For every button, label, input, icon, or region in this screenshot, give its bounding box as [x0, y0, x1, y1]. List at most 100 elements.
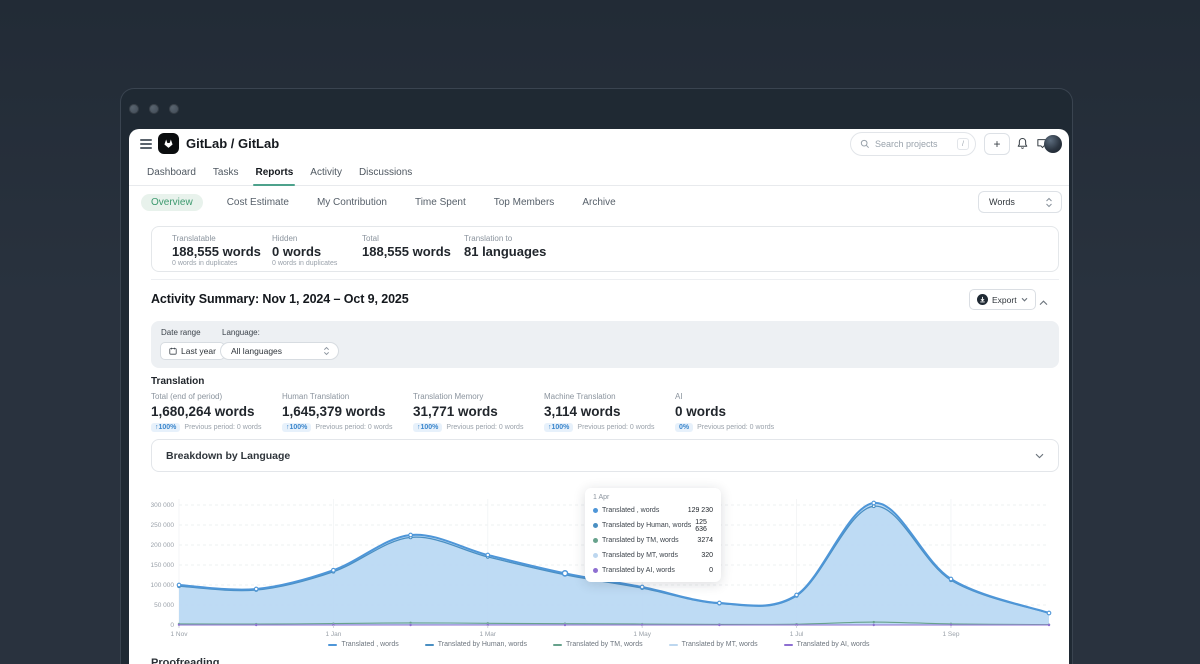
language-label: Language:	[222, 328, 260, 337]
legend-item-translated[interactable]: Translated , words	[328, 641, 398, 648]
svg-text:1 May: 1 May	[633, 631, 651, 638]
export-button[interactable]: Export	[969, 289, 1036, 310]
stat-translatable: Translatable 188,555 words 0 words in du…	[172, 234, 272, 264]
legend-item-tm[interactable]: Translated by TM, words	[553, 641, 643, 648]
svg-text:1 Jul: 1 Jul	[790, 631, 804, 638]
chart-legend: Translated , words Translated by Human, …	[129, 641, 1069, 648]
activity-summary-title: Activity Summary: Nov 1, 2024 – Oct 9, 2…	[151, 292, 409, 306]
subtab-overview[interactable]: Overview	[141, 194, 203, 211]
section-divider	[151, 279, 1059, 280]
subtab-time-spent[interactable]: Time Spent	[411, 194, 470, 211]
stat-total: Total 188,555 words	[362, 234, 464, 264]
report-subtabs: Overview Cost Estimate My Contribution T…	[129, 186, 1069, 222]
project-nav-tabs: Dashboard Tasks Reports Activity Discuss…	[129, 159, 1069, 186]
breakdown-by-language-panel[interactable]: Breakdown by Language	[151, 439, 1059, 472]
download-icon	[977, 294, 988, 305]
project-logo[interactable]	[158, 133, 179, 154]
trend-badge: ↑100%	[413, 423, 442, 432]
tooltip-date: 1 Apr	[593, 494, 713, 501]
svg-text:1 Jan: 1 Jan	[325, 631, 341, 638]
date-range-button[interactable]: Last year	[160, 342, 225, 360]
hamburger-menu-icon[interactable]	[140, 139, 152, 149]
trend-badge: ↑100%	[282, 423, 311, 432]
search-box[interactable]: /	[850, 132, 976, 156]
tab-dashboard[interactable]: Dashboard	[147, 159, 196, 185]
tab-activity[interactable]: Activity	[310, 159, 342, 185]
app-content: GitLab / GitLab / +	[129, 129, 1069, 664]
series-dot	[593, 568, 598, 573]
svg-text:300 000: 300 000	[151, 502, 174, 509]
legend-item-mt[interactable]: Translated by MT, words	[669, 641, 758, 648]
legend-item-human[interactable]: Translated by Human, words	[425, 641, 527, 648]
legend-dash	[328, 644, 337, 646]
translation-stat-mt: Machine Translation 3,114 words ↑100%Pre…	[544, 392, 675, 432]
legend-dash	[669, 644, 678, 646]
translation-section-title: Translation	[151, 376, 204, 387]
subtab-my-contribution[interactable]: My Contribution	[313, 194, 391, 211]
export-caret-icon	[1021, 297, 1028, 302]
translation-stat-human: Human Translation 1,645,379 words ↑100%P…	[282, 392, 413, 432]
series-dot	[593, 523, 598, 528]
tab-reports[interactable]: Reports	[255, 159, 293, 185]
next-section-title: Proofreading	[151, 657, 219, 664]
svg-text:150 000: 150 000	[151, 562, 174, 569]
gitlab-tanuki-icon	[162, 137, 175, 150]
svg-text:0: 0	[170, 622, 174, 629]
translation-stats-row: Total (end of period) 1,680,264 words ↑1…	[151, 392, 806, 432]
legend-dash	[553, 644, 562, 646]
units-select-value: Words	[989, 197, 1045, 207]
window-close-button[interactable]	[129, 104, 139, 114]
subtab-cost-estimate[interactable]: Cost Estimate	[223, 194, 293, 211]
activity-chart[interactable]: 0 50 000 100 000 150 000 200 000 250 000 300 0…	[151, 485, 1059, 639]
tooltip-row: Translated by Human, words 125 636	[593, 518, 713, 533]
filters-panel: Date range Language: Last year All langu…	[151, 321, 1059, 368]
chevron-down-icon	[1035, 453, 1044, 459]
tab-tasks[interactable]: Tasks	[213, 159, 239, 185]
legend-dash	[425, 644, 434, 646]
legend-item-ai[interactable]: Translated by AI, words	[784, 641, 870, 648]
stat-hidden: Hidden 0 words 0 words in duplicates	[272, 234, 362, 264]
project-title: GitLab / GitLab	[186, 136, 279, 151]
summary-stats-card: Translatable 188,555 words 0 words in du…	[151, 226, 1059, 272]
tooltip-row: Translated , words 129 230	[593, 503, 713, 518]
svg-text:100 000: 100 000	[151, 582, 174, 589]
tab-discussions[interactable]: Discussions	[359, 159, 412, 185]
series-dot	[593, 538, 598, 543]
activity-summary-header: Activity Summary: Nov 1, 2024 – Oct 9, 2…	[129, 287, 1069, 313]
series-dot	[593, 508, 598, 513]
search-icon	[860, 139, 870, 149]
legend-dash	[784, 644, 793, 646]
collapse-section-icon[interactable]	[1039, 293, 1048, 311]
select-caret-icon	[1045, 197, 1053, 208]
search-shortcut-hint: /	[957, 138, 969, 150]
tooltip-row: Translated by TM, words 3274	[593, 533, 713, 548]
stat-translation-to: Translation to 81 languages	[464, 234, 546, 264]
app-header: GitLab / GitLab / +	[129, 129, 1069, 159]
subtab-top-members[interactable]: Top Members	[490, 194, 559, 211]
window-controls	[129, 104, 179, 114]
svg-text:1 Mar: 1 Mar	[479, 631, 496, 638]
svg-text:1 Sep: 1 Sep	[942, 631, 959, 638]
window-maximize-button[interactable]	[169, 104, 179, 114]
svg-text:200 000: 200 000	[151, 542, 174, 549]
breakdown-title: Breakdown by Language	[166, 450, 1035, 462]
svg-text:250 000: 250 000	[151, 522, 174, 529]
search-input[interactable]	[875, 139, 957, 149]
create-new-button[interactable]: +	[984, 133, 1010, 155]
window-titlebar	[121, 89, 1072, 129]
desktop-background: { "theme": { "accent_green": "#3d9a6f", …	[0, 0, 1200, 664]
window-minimize-button[interactable]	[149, 104, 159, 114]
tooltip-row: Translated by MT, words 320	[593, 548, 713, 563]
notifications-bell-icon[interactable]	[1016, 137, 1030, 151]
translation-stat-tm: Translation Memory 31,771 words ↑100%Pre…	[413, 392, 544, 432]
date-range-label: Date range	[161, 328, 201, 337]
svg-text:1 Nov: 1 Nov	[171, 631, 189, 638]
browser-window: GitLab / GitLab / +	[120, 88, 1073, 664]
user-avatar[interactable]	[1044, 135, 1062, 153]
subtab-archive[interactable]: Archive	[578, 194, 619, 211]
calendar-icon	[169, 347, 177, 355]
svg-text:50 000: 50 000	[154, 602, 174, 609]
language-select[interactable]: All languages	[220, 342, 339, 360]
units-select[interactable]: Words	[978, 191, 1062, 213]
trend-badge: ↑100%	[544, 423, 573, 432]
